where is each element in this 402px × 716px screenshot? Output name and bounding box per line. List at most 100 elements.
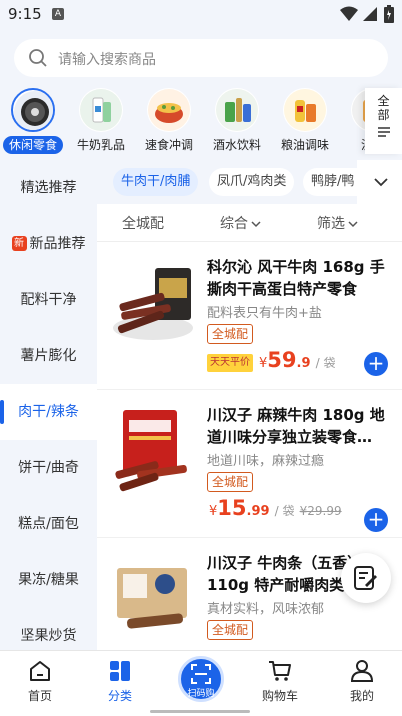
category-carousel[interactable]: 休闲零食 牛奶乳品 速食冲调 酒水饮料 粮油调味 沃餐 — [0, 88, 365, 154]
search-icon — [29, 49, 47, 67]
sidebar-item-jerky[interactable]: 肉干/辣条 — [0, 384, 97, 440]
delivery-tag: 全城配 — [207, 472, 254, 492]
price-integer: 15 — [217, 496, 247, 520]
subcategory-tabs: 牛肉干/肉脯 凤爪/鸡肉类 鸭脖/鸭 — [97, 160, 402, 204]
sidebar-item-label: 果冻/糖果 — [18, 572, 79, 588]
filter-bar: 全城配 综合 筛选 — [97, 204, 402, 242]
category-meal[interactable]: 沃餐 — [340, 88, 365, 154]
product-card[interactable]: 川汉子 麻辣牛肉 180g 地道川味分享独立装零食… 地道川味，麻辣过瘾 全城配… — [97, 390, 402, 538]
price-decimal: .9 — [296, 356, 311, 371]
product-description: 地道川味，麻辣过瘾 — [207, 454, 325, 469]
all-categories-label-1: 全 — [377, 94, 390, 108]
sidebar-item-label: 糕点/面包 — [18, 516, 79, 532]
sidebar-item-pastry[interactable]: 糕点/面包 — [0, 496, 97, 552]
category-snacks[interactable]: 休闲零食 — [0, 88, 66, 154]
price-decimal: .99 — [246, 504, 270, 519]
sidebar-item-candy[interactable]: 果冻/糖果 — [0, 552, 97, 608]
all-categories-label-2: 部 — [377, 108, 390, 122]
battery-icon — [384, 5, 394, 23]
notification-icon: A — [52, 8, 64, 20]
list-icon — [377, 127, 390, 137]
grain-oil-icon — [283, 88, 327, 132]
search-bar[interactable]: 请输入搜索商品 — [14, 39, 388, 77]
status-time: 9:15 — [8, 5, 42, 23]
category-label: 沃餐 — [340, 136, 365, 153]
delivery-tag: 全城配 — [207, 324, 254, 344]
subtab-beef-jerky[interactable]: 牛肉干/肉脯 — [113, 168, 199, 196]
price-unit: / 袋 — [315, 356, 336, 370]
sidebar-item-label: 坚果炒货 — [20, 628, 77, 644]
sidebar-item-label: 薯片膨化 — [20, 348, 77, 364]
subtab-expand-button[interactable] — [357, 160, 402, 204]
chevron-down-icon — [374, 178, 388, 187]
delivery-tag: 全城配 — [207, 620, 254, 640]
cart-icon — [269, 661, 291, 681]
product-price: ¥15.99 / 袋 ¥29.99 — [209, 496, 342, 520]
product-card[interactable]: 科尔沁 风干牛肉 168g 手撕肉干高蛋白特产零食 配料表只有牛肉+盐 全城配 … — [97, 242, 402, 390]
product-description: 配料表只有牛肉+盐 — [207, 306, 322, 321]
snack-icon — [11, 88, 55, 132]
tab-label: 首页 — [27, 689, 52, 703]
all-categories-button[interactable]: 全 部 — [365, 88, 402, 154]
filter-button[interactable]: 筛选 — [317, 213, 358, 233]
category-sidebar: 精选推荐 新新品推荐 配料干净 薯片膨化 肉干/辣条 饼干/曲奇 糕点/面包 果… — [0, 160, 97, 650]
home-icon — [30, 661, 50, 681]
sidebar-item-featured[interactable]: 精选推荐 — [0, 160, 97, 216]
city-delivery-filter[interactable]: 全城配 — [122, 213, 164, 233]
user-icon — [350, 660, 374, 682]
tab-cart[interactable]: 购物车 — [240, 651, 320, 716]
wifi-icon — [340, 6, 358, 21]
original-price: ¥29.99 — [299, 504, 342, 518]
shopping-list-float-button[interactable] — [341, 553, 391, 603]
tab-label: 分类 — [107, 689, 132, 703]
category-label: 粮油调味 — [280, 138, 329, 152]
chevron-down-icon — [348, 221, 358, 228]
tab-label: 扫码购 — [187, 689, 215, 699]
category-milk[interactable]: 牛奶乳品 — [68, 88, 134, 154]
category-label: 酒水饮料 — [212, 138, 261, 152]
sidebar-item-new[interactable]: 新新品推荐 — [0, 216, 97, 272]
category-label: 速食冲调 — [144, 138, 193, 152]
tab-home[interactable]: 首页 — [0, 651, 80, 716]
tab-label: 我的 — [349, 689, 374, 703]
category-icon — [110, 661, 130, 681]
add-to-cart-button[interactable]: + — [364, 508, 388, 532]
scan-icon — [191, 664, 211, 684]
add-to-cart-button[interactable]: + — [364, 352, 388, 376]
tab-label: 购物车 — [261, 689, 298, 703]
tab-category[interactable]: 分类 — [80, 651, 160, 716]
product-image — [107, 554, 199, 646]
price-unit: / 袋 — [274, 504, 295, 518]
sort-filter[interactable]: 综合 — [220, 213, 261, 233]
sidebar-item-label: 新品推荐 — [29, 236, 86, 252]
category-label: 休闲零食 — [3, 136, 63, 154]
price-integer: 59 — [267, 348, 297, 372]
plus-icon: + — [367, 351, 385, 375]
tab-profile[interactable]: 我的 — [322, 651, 402, 716]
sort-label: 综合 — [220, 216, 248, 232]
signal-icon — [363, 7, 377, 21]
sidebar-item-label: 精选推荐 — [20, 180, 77, 196]
category-grain-oil[interactable]: 粮油调味 — [272, 88, 338, 154]
sidebar-item-biscuits[interactable]: 饼干/曲奇 — [0, 440, 97, 496]
subtab-duck-neck[interactable]: 鸭脖/鸭 — [303, 168, 363, 196]
category-drinks[interactable]: 酒水饮料 — [204, 88, 270, 154]
filter-label: 筛选 — [317, 216, 345, 232]
instant-food-icon — [147, 88, 191, 132]
milk-icon — [79, 88, 123, 132]
daily-price-badge: 天天平价 — [207, 354, 253, 372]
sidebar-item-clean[interactable]: 配料干净 — [0, 272, 97, 328]
sidebar-item-nuts[interactable]: 坚果炒货 — [0, 608, 97, 650]
tab-scan-button[interactable]: 扫码购 — [178, 656, 224, 702]
plus-icon: + — [367, 507, 385, 531]
search-input[interactable]: 请输入搜索商品 — [58, 49, 156, 69]
sidebar-item-label: 肉干/辣条 — [18, 404, 79, 420]
product-name: 川汉子 麻辣牛肉 180g 地道川味分享独立装零食… — [207, 406, 385, 446]
category-instant-food[interactable]: 速食冲调 — [136, 88, 202, 154]
category-label: 牛奶乳品 — [76, 138, 125, 152]
meal-icon — [351, 88, 365, 132]
sidebar-item-chips[interactable]: 薯片膨化 — [0, 328, 97, 384]
product-image — [107, 406, 199, 498]
note-edit-icon — [354, 566, 377, 590]
subtab-chicken-feet[interactable]: 凤爪/鸡肉类 — [209, 168, 295, 196]
